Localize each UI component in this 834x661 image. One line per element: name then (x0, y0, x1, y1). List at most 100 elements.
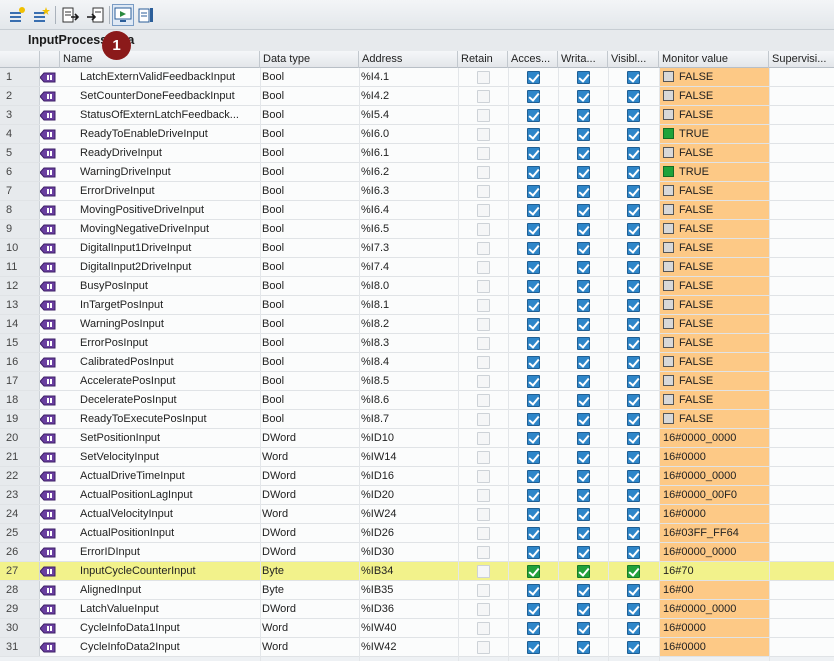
visible-checkbox[interactable] (627, 489, 640, 502)
tag-address[interactable]: %I4.2 (361, 87, 457, 105)
tag-address[interactable]: %I4.1 (361, 68, 457, 86)
visible-checkbox[interactable] (627, 603, 640, 616)
tag-datatype[interactable]: Bool (262, 315, 358, 333)
table-row[interactable]: 11 DigitalInput2DriveInput Bool %I7.4 FALSE (0, 258, 834, 277)
writable-checkbox[interactable] (577, 375, 590, 388)
writable-checkbox[interactable] (577, 356, 590, 369)
writable-checkbox[interactable] (577, 527, 590, 540)
table-row[interactable]: 12 BusyPosInput Bool %I8.0 FALSE (0, 277, 834, 296)
table-row[interactable]: 8 MovingPositiveDriveInput Bool %I6.4 FALSE (0, 201, 834, 220)
tag-address[interactable]: %IW40 (361, 619, 457, 637)
retain-checkbox[interactable] (477, 299, 490, 312)
accessible-checkbox[interactable] (527, 489, 540, 502)
tag-address[interactable]: %ID26 (361, 524, 457, 542)
import-icon[interactable] (84, 4, 106, 26)
writable-checkbox[interactable] (577, 337, 590, 350)
tag-address[interactable]: %ID20 (361, 486, 457, 504)
accessible-checkbox[interactable] (527, 185, 540, 198)
visible-checkbox[interactable] (627, 318, 640, 331)
visible-checkbox[interactable] (627, 584, 640, 597)
retain-checkbox[interactable] (477, 622, 490, 635)
header-address[interactable]: Address (359, 51, 458, 68)
tag-address[interactable]: %I8.1 (361, 296, 457, 314)
visible-checkbox[interactable] (627, 261, 640, 274)
retain-checkbox[interactable] (477, 261, 490, 274)
tag-datatype[interactable]: Bool (262, 258, 358, 276)
accessible-checkbox[interactable] (527, 166, 540, 179)
tag-name[interactable]: ErrorIDInput (80, 543, 260, 561)
tag-name[interactable]: ActualPositionLagInput (80, 486, 260, 504)
row-number[interactable]: 27 (0, 562, 40, 580)
table-row[interactable]: 30 CycleInfoData1Input Word %IW40 16#0000 (0, 619, 834, 638)
tag-datatype[interactable]: Word (262, 448, 358, 466)
table-row[interactable]: 23 ActualPositionLagInput DWord %ID20 16#000… (0, 486, 834, 505)
tag-name[interactable]: AlignedInput (80, 581, 260, 599)
visible-checkbox[interactable] (627, 166, 640, 179)
retain-checkbox[interactable] (477, 489, 490, 502)
retain-checkbox[interactable] (477, 337, 490, 350)
visible-checkbox[interactable] (627, 527, 640, 540)
retain-checkbox[interactable] (477, 565, 490, 578)
retain-checkbox[interactable] (477, 375, 490, 388)
writable-checkbox[interactable] (577, 280, 590, 293)
tag-address[interactable]: %I8.3 (361, 334, 457, 352)
row-number[interactable]: 22 (0, 467, 40, 485)
accessible-checkbox[interactable] (527, 603, 540, 616)
tag-name[interactable]: WarningPosInput (80, 315, 260, 333)
table-row[interactable]: 27 InputCycleCounterInput Byte %IB34 16#70 (0, 562, 834, 581)
tag-address[interactable]: %I7.4 (361, 258, 457, 276)
accessible-checkbox[interactable] (527, 337, 540, 350)
tag-name[interactable]: ReadyDriveInput (80, 144, 260, 162)
visible-checkbox[interactable] (627, 337, 640, 350)
table-row[interactable]: 7 ErrorDriveInput Bool %I6.3 FALSE (0, 182, 834, 201)
accessible-checkbox[interactable] (527, 223, 540, 236)
row-number[interactable]: 16 (0, 353, 40, 371)
writable-checkbox[interactable] (577, 128, 590, 141)
tag-name[interactable]: SetCounterDoneFeedbackInput (80, 87, 260, 105)
accessible-checkbox[interactable] (527, 299, 540, 312)
writable-checkbox[interactable] (577, 432, 590, 445)
retain-checkbox[interactable] (477, 603, 490, 616)
writable-checkbox[interactable] (577, 565, 590, 578)
row-number[interactable]: 25 (0, 524, 40, 542)
row-number[interactable]: 26 (0, 543, 40, 561)
accessible-checkbox[interactable] (527, 375, 540, 388)
tag-datatype[interactable]: DWord (262, 524, 358, 542)
writable-checkbox[interactable] (577, 223, 590, 236)
tag-datatype[interactable]: DWord (262, 543, 358, 561)
tag-address[interactable]: %ID16 (361, 467, 457, 485)
tag-address[interactable]: %I6.5 (361, 220, 457, 238)
monitor-all-icon[interactable] (112, 4, 134, 26)
writable-checkbox[interactable] (577, 71, 590, 84)
accessible-checkbox[interactable] (527, 242, 540, 255)
accessible-checkbox[interactable] (527, 470, 540, 483)
writable-checkbox[interactable] (577, 185, 590, 198)
tag-name[interactable]: SetVelocityInput (80, 448, 260, 466)
row-number[interactable]: 13 (0, 296, 40, 314)
tag-address[interactable]: %ID10 (361, 429, 457, 447)
tag-datatype[interactable]: DWord (262, 429, 358, 447)
tag-address[interactable]: %I8.6 (361, 391, 457, 409)
tag-name[interactable]: DeceleratePosInput (80, 391, 260, 409)
visible-checkbox[interactable] (627, 185, 640, 198)
visible-checkbox[interactable] (627, 546, 640, 559)
retain-checkbox[interactable] (477, 641, 490, 654)
tag-address[interactable]: %I5.4 (361, 106, 457, 124)
visible-checkbox[interactable] (627, 394, 640, 407)
writable-checkbox[interactable] (577, 204, 590, 217)
table-row[interactable]: 9 MovingNegativeDriveInput Bool %I6.5 FALSE (0, 220, 834, 239)
tag-name[interactable]: CycleInfoData1Input (80, 619, 260, 637)
row-number[interactable]: 29 (0, 600, 40, 618)
visible-checkbox[interactable] (627, 641, 640, 654)
retain-checkbox[interactable] (477, 90, 490, 103)
tag-name[interactable]: WarningDriveInput (80, 163, 260, 181)
retain-checkbox[interactable] (477, 204, 490, 217)
header-monitor-value[interactable]: Monitor value (659, 51, 769, 68)
accessible-checkbox[interactable] (527, 527, 540, 540)
tag-name[interactable]: DigitalInput1DriveInput (80, 239, 260, 257)
tag-address[interactable]: %I7.3 (361, 239, 457, 257)
tag-datatype[interactable]: DWord (262, 467, 358, 485)
tag-name[interactable]: InTargetPosInput (80, 296, 260, 314)
tag-datatype[interactable]: Word (262, 619, 358, 637)
visible-checkbox[interactable] (627, 242, 640, 255)
